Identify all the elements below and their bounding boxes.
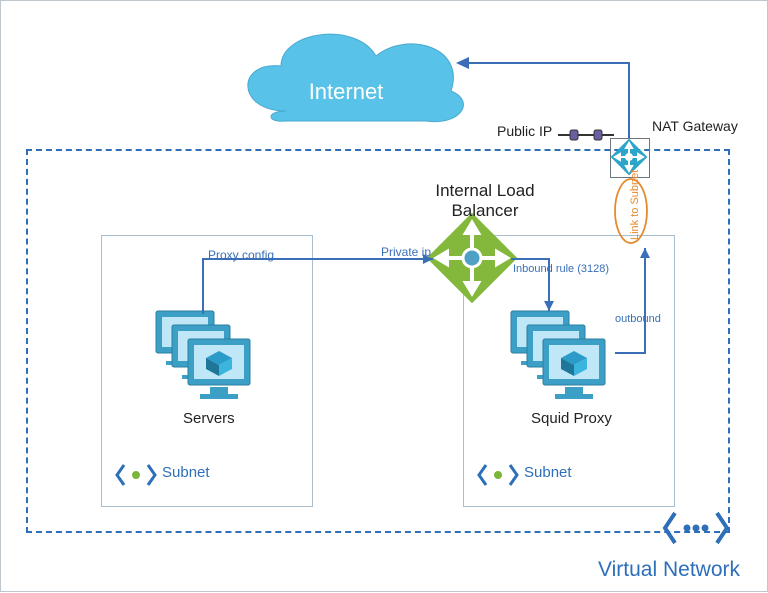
nat-gateway-label: NAT Gateway xyxy=(652,118,738,134)
architecture-diagram: Internet xyxy=(0,0,768,592)
squid-title: Squid Proxy xyxy=(531,410,612,427)
subnet-label-right: Subnet xyxy=(524,464,572,481)
virtual-network-label: Virtual Network xyxy=(598,558,740,582)
link-to-subnet-label: Link to Subnet xyxy=(629,180,641,240)
subnet-label-left: Subnet xyxy=(162,464,210,481)
public-ip-label: Public IP xyxy=(497,123,552,139)
load-balancer-label: Internal LoadBalancer xyxy=(425,181,545,221)
inbound-rule-label: Inbound rule (3128) xyxy=(513,263,609,275)
private-ip-label: Private ip xyxy=(381,245,431,259)
proxy-config-label: Proxy config xyxy=(208,248,274,262)
servers-title: Servers xyxy=(183,410,235,427)
connectors xyxy=(1,1,768,593)
outbound-label: outbound xyxy=(615,313,661,325)
